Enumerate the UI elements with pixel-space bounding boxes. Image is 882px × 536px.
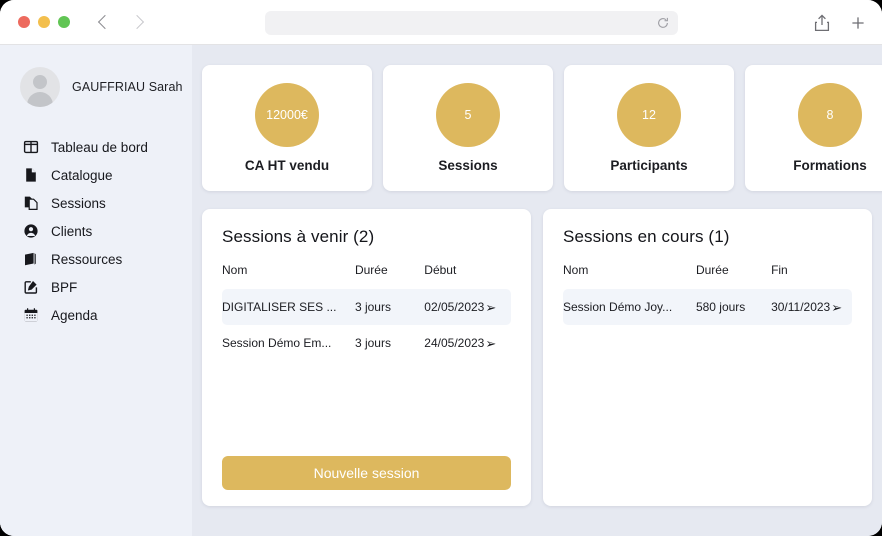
calendar-icon xyxy=(22,307,39,324)
arrow-right-icon[interactable]: ➢ xyxy=(485,301,496,314)
upcoming-sessions-table: Nom Durée Début DIGITALISER SES ... 3 jo… xyxy=(222,263,511,361)
sidebar-item-label: Ressources xyxy=(51,251,123,267)
cell-duree: 3 jours xyxy=(354,336,391,350)
cell-date-text: 02/05/2023 xyxy=(424,300,485,314)
sidebar-item-label: Sessions xyxy=(51,195,106,211)
dashboard-icon xyxy=(22,139,39,156)
cell-nom: DIGITALISER SES ... xyxy=(222,289,355,325)
sidebar-item-sessions[interactable]: Sessions xyxy=(0,189,192,217)
column-header-duree: Durée xyxy=(354,263,388,277)
cell-nom: Session Démo Joy... xyxy=(563,289,696,325)
stat-card-sessions[interactable]: 5 Sessions xyxy=(383,65,553,191)
upcoming-sessions-panel: Sessions à venir (2) Nom Durée Début DIG xyxy=(202,209,531,506)
stat-value-circle: 12 xyxy=(617,83,681,147)
back-button[interactable] xyxy=(92,9,118,35)
app-body: GAUFFRIAU Sarah Tableau de bord Catalogu… xyxy=(0,45,882,536)
sidebar-nav: Tableau de bord Catalogue Sessions Clien… xyxy=(0,133,192,329)
address-bar[interactable] xyxy=(265,11,678,35)
panel-footer: Nouvelle session xyxy=(222,456,511,490)
column-header-duree: Durée xyxy=(695,263,729,277)
stats-row: 12000€ CA HT vendu 5 Sessions 12 Partici… xyxy=(202,65,882,191)
navigation-buttons xyxy=(92,9,150,35)
pencil-square-icon xyxy=(22,279,39,296)
nouvelle-session-button[interactable]: Nouvelle session xyxy=(222,456,511,490)
ongoing-sessions-table: Nom Durée Fin Session Démo Joy... 580 jo… xyxy=(563,263,852,325)
cell-debut: 02/05/2023➢ xyxy=(424,289,511,325)
table-row[interactable]: Session Démo Joy... 580 jours 30/11/2023… xyxy=(563,289,852,325)
zoom-window-button[interactable] xyxy=(58,16,70,28)
stat-label: Sessions xyxy=(438,158,498,173)
avatar xyxy=(20,67,60,107)
stat-card-participants[interactable]: 12 Participants xyxy=(564,65,734,191)
chevron-right-icon xyxy=(129,14,145,30)
sidebar-item-tableau-de-bord[interactable]: Tableau de bord xyxy=(0,133,192,161)
sidebar-item-catalogue[interactable]: Catalogue xyxy=(0,161,192,189)
sidebar-item-label: Clients xyxy=(51,223,93,239)
copy-documents-icon xyxy=(22,195,39,212)
sidebar-item-label: BPF xyxy=(51,279,78,295)
sidebar-item-label: Catalogue xyxy=(51,167,113,183)
browser-titlebar xyxy=(0,0,882,45)
user-circle-icon xyxy=(22,223,39,240)
panel-title: Sessions en cours (1) xyxy=(563,227,730,246)
document-icon xyxy=(22,167,39,184)
cell-nom: Session Démo Em... xyxy=(222,336,332,350)
main-content: 12000€ CA HT vendu 5 Sessions 12 Partici… xyxy=(192,45,882,536)
table-row[interactable]: DIGITALISER SES ... 3 jours 02/05/2023➢ xyxy=(222,289,511,325)
stat-label: Participants xyxy=(610,158,688,173)
stat-value-circle: 5 xyxy=(436,83,500,147)
column-header-nom: Nom xyxy=(222,263,248,277)
cell-date-text: 24/05/2023 xyxy=(424,336,485,350)
sidebar: GAUFFRIAU Sarah Tableau de bord Catalogu… xyxy=(0,45,192,536)
stat-card-formations[interactable]: 8 Formations xyxy=(745,65,882,191)
column-header-fin: Fin xyxy=(771,263,788,277)
user-profile[interactable]: GAUFFRIAU Sarah xyxy=(0,67,192,107)
close-window-button[interactable] xyxy=(18,16,30,28)
sidebar-item-clients[interactable]: Clients xyxy=(0,217,192,245)
sidebar-item-ressources[interactable]: Ressources xyxy=(0,245,192,273)
chevron-left-icon xyxy=(97,14,113,30)
arrow-right-icon[interactable]: ➢ xyxy=(485,337,496,350)
sidebar-item-label: Agenda xyxy=(51,307,98,323)
panels-row: Sessions à venir (2) Nom Durée Début DIG xyxy=(202,209,882,506)
arrow-right-icon[interactable]: ➢ xyxy=(831,301,842,314)
column-header-nom: Nom xyxy=(563,263,589,277)
forward-button[interactable] xyxy=(124,9,150,35)
minimize-window-button[interactable] xyxy=(38,16,50,28)
stat-label: Formations xyxy=(793,158,867,173)
stat-card-ca-ht-vendu[interactable]: 12000€ CA HT vendu xyxy=(202,65,372,191)
browser-window: GAUFFRIAU Sarah Tableau de bord Catalogu… xyxy=(0,0,882,536)
share-icon[interactable] xyxy=(814,13,830,32)
sidebar-item-bpf[interactable]: BPF xyxy=(0,273,192,301)
sidebar-item-label: Tableau de bord xyxy=(51,139,148,155)
table-header-row: Nom Durée Début xyxy=(222,263,511,289)
cell-duree: 3 jours xyxy=(354,289,425,325)
panel-title: Sessions à venir (2) xyxy=(222,227,375,246)
user-name: GAUFFRIAU Sarah xyxy=(72,80,183,94)
new-tab-icon[interactable] xyxy=(850,15,866,31)
titlebar-actions xyxy=(814,0,866,45)
sidebar-item-agenda[interactable]: Agenda xyxy=(0,301,192,329)
table-row[interactable]: Session Démo Em... 3 jours 24/05/2023➢ xyxy=(222,325,511,361)
stat-value-circle: 8 xyxy=(798,83,862,147)
cell-fin: 30/11/2023➢ xyxy=(771,289,852,325)
cell-date-text: 30/11/2023 xyxy=(771,300,831,314)
column-header-debut: Début xyxy=(424,263,457,277)
reload-icon[interactable] xyxy=(656,16,670,30)
traffic-lights xyxy=(18,16,70,28)
ongoing-sessions-panel: Sessions en cours (1) Nom Durée Fin Sess xyxy=(543,209,872,506)
table-header-row: Nom Durée Fin xyxy=(563,263,852,289)
cell-duree: 580 jours xyxy=(695,289,772,325)
stat-label: CA HT vendu xyxy=(244,158,330,173)
cell-debut: 24/05/2023➢ xyxy=(424,325,511,361)
book-icon xyxy=(22,251,39,268)
stat-value-circle: 12000€ xyxy=(255,83,319,147)
